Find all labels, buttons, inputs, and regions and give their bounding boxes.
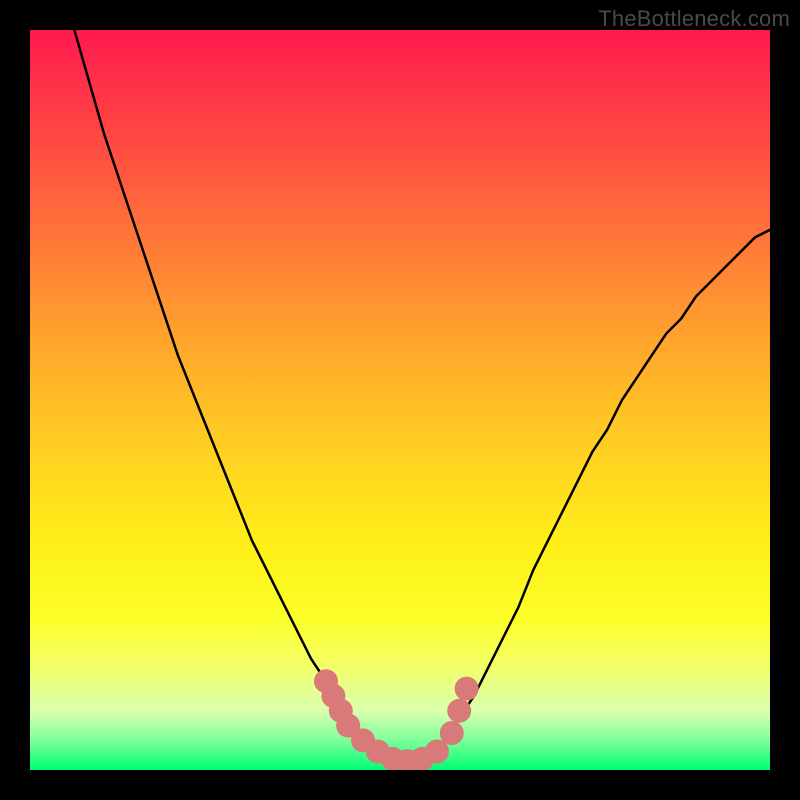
highlight-dot [455,677,479,701]
chart-plot-area [30,30,770,770]
highlight-dot [440,721,464,745]
bottleneck-curve [74,30,770,763]
chart-svg [30,30,770,770]
watermark-text: TheBottleneck.com [598,6,790,32]
highlight-dot [447,699,471,723]
highlight-markers [314,669,479,770]
